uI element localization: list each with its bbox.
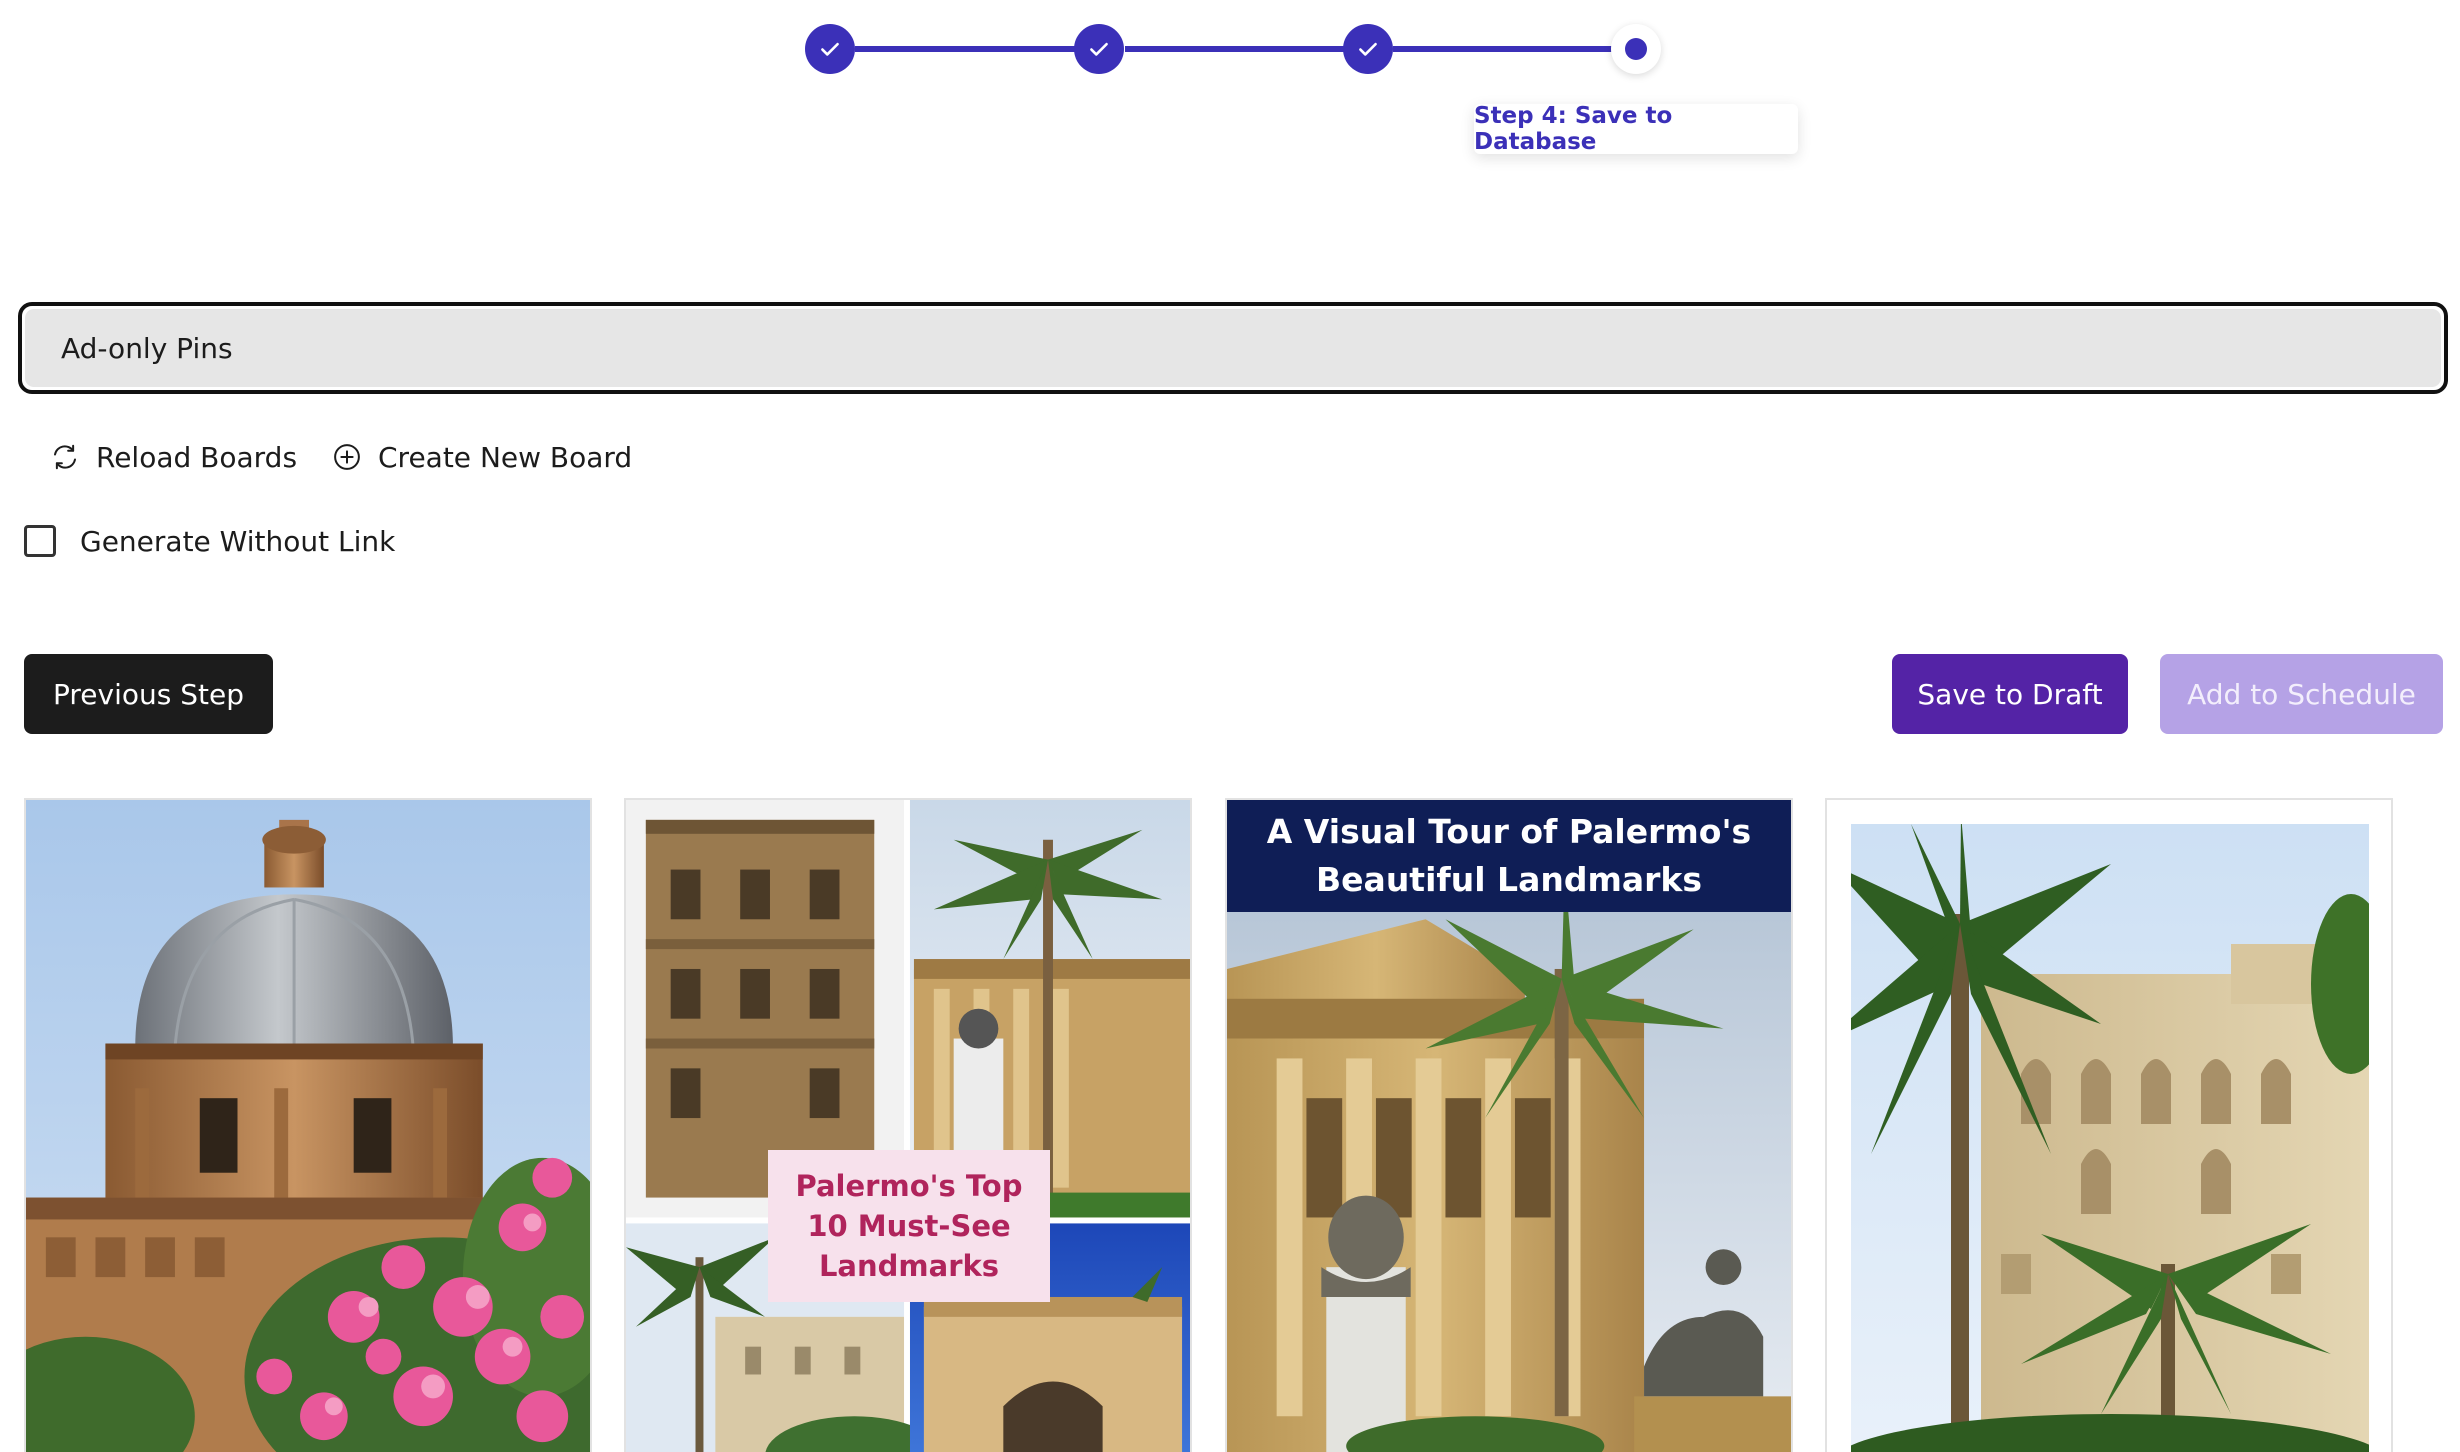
check-icon — [1090, 42, 1108, 56]
save-to-draft-button[interactable]: Save to Draft — [1892, 654, 2128, 734]
board-select[interactable]: Ad-only Pins — [18, 302, 2448, 394]
add-to-schedule-button[interactable]: Add to Schedule — [2160, 654, 2443, 734]
pin-card-4[interactable] — [1825, 798, 2393, 1452]
pin-image-cathedral-dome — [26, 800, 590, 1452]
pin-card-1[interactable] — [24, 798, 592, 1452]
generate-without-link-row[interactable]: Generate Without Link — [24, 520, 395, 562]
step-3-complete[interactable] — [1343, 24, 1393, 74]
board-select-value: Ad-only Pins — [25, 309, 2441, 387]
create-new-board-button[interactable]: Create New Board — [332, 436, 632, 478]
pin-card-2[interactable]: Palermo's Top 10 Must-See Landmarks — [624, 798, 1192, 1452]
reload-boards-label: Reload Boards — [96, 440, 298, 474]
stepper-line-1 — [855, 46, 1095, 52]
stepper-line-2 — [1125, 46, 1365, 52]
pin-image-palazzo — [1851, 824, 2369, 1452]
reload-boards-button[interactable]: Reload Boards — [50, 436, 297, 478]
check-icon — [1359, 42, 1377, 56]
pin-4-image-frame — [1851, 824, 2369, 1452]
plus-circle-icon — [334, 444, 360, 470]
pin-3-title: A Visual Tour of Palermo's Beautiful Lan… — [1227, 800, 1791, 912]
step-1-complete[interactable] — [805, 24, 855, 74]
generate-without-link-checkbox[interactable] — [24, 525, 56, 557]
pin-image-collage — [626, 800, 1190, 1452]
previous-step-button[interactable]: Previous Step — [24, 654, 273, 734]
current-step-tooltip: Step 4: Save to Database — [1474, 103, 1798, 155]
generate-without-link-label: Generate Without Link — [80, 524, 396, 558]
check-icon — [821, 42, 839, 56]
step-2-complete[interactable] — [1074, 24, 1124, 74]
create-new-board-label: Create New Board — [378, 440, 633, 474]
stepper-line-3 — [1393, 46, 1623, 52]
pin-2-title: Palermo's Top 10 Must-See Landmarks — [768, 1150, 1050, 1302]
progress-stepper: Step 4: Save to Database — [0, 0, 2460, 160]
refresh-icon — [54, 444, 76, 470]
pin-card-3[interactable]: A Visual Tour of Palermo's Beautiful Lan… — [1225, 798, 1793, 1452]
step-4-current[interactable] — [1611, 24, 1661, 74]
current-step-dot — [1625, 38, 1647, 60]
